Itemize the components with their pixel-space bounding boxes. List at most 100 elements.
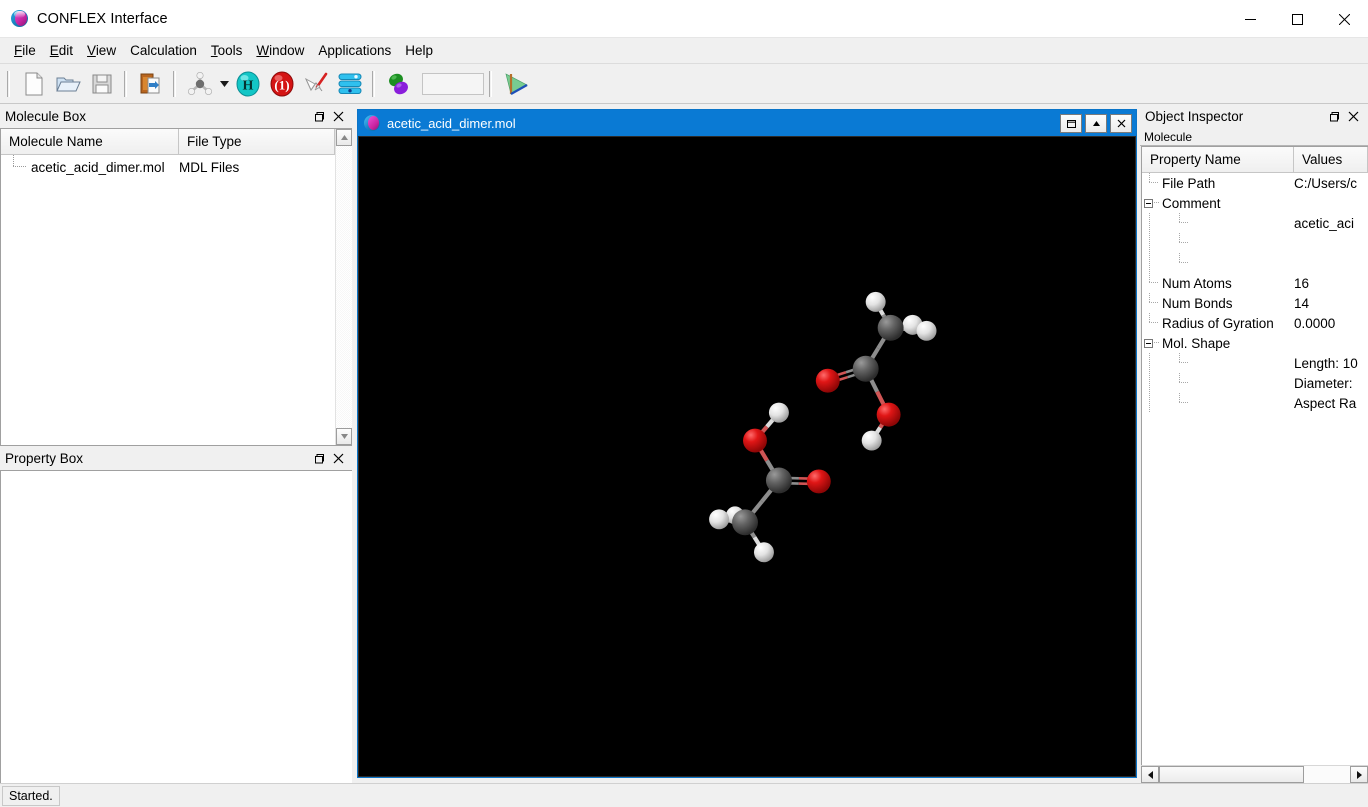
hscrollbar-thumb[interactable]	[1159, 766, 1304, 783]
property-box-content[interactable]	[0, 470, 352, 783]
atom-h[interactable]	[865, 291, 886, 312]
new-file-button[interactable]	[18, 68, 50, 100]
scroll-up-button[interactable]	[336, 129, 352, 146]
tree-guide-icon	[1142, 393, 1156, 413]
show-hydrogens-button[interactable]: H	[232, 68, 264, 100]
atom-h[interactable]	[861, 430, 882, 451]
hscrollbar-track[interactable]	[1304, 766, 1350, 783]
scrollbar-track[interactable]	[336, 146, 352, 428]
atom-o[interactable]	[743, 428, 767, 453]
object-inspector-title: Object Inspector	[1145, 108, 1244, 124]
inspector-row[interactable]: Num Bonds 14	[1142, 293, 1368, 313]
object-inspector-float-button[interactable]	[1324, 107, 1342, 125]
inspector-row[interactable]: Comment	[1142, 193, 1368, 213]
conformer-list-button[interactable]	[334, 68, 366, 100]
atom-c[interactable]	[852, 355, 879, 382]
toolbar-value-input[interactable]	[422, 72, 484, 95]
inspector-row[interactable]: Mol. Shape	[1142, 333, 1368, 353]
scroll-left-arrow-icon	[1147, 770, 1153, 779]
menu-file[interactable]: File	[7, 40, 43, 61]
scroll-down-button[interactable]	[336, 428, 352, 445]
object-inspector-close-button[interactable]	[1344, 107, 1362, 125]
atom-o[interactable]	[876, 402, 901, 427]
tree-guide-icon	[1142, 173, 1158, 193]
column-header-values[interactable]: Values	[1294, 147, 1368, 173]
atom-o[interactable]	[815, 368, 840, 393]
column-header-molecule-name[interactable]: Molecule Name	[1, 129, 179, 155]
inspector-row[interactable]: acetic_aci	[1142, 213, 1368, 233]
object-inspector-table-header: Property Name Values	[1142, 147, 1368, 173]
minimize-button[interactable]	[1227, 0, 1274, 38]
viewer-titlebar[interactable]: acetic_acid_dimer.mol	[358, 110, 1136, 136]
atom-h[interactable]	[768, 402, 789, 423]
inspector-row[interactable]	[1142, 253, 1368, 273]
orbital-button[interactable]	[383, 68, 415, 100]
inspector-property-name: Mol. Shape	[1162, 335, 1231, 351]
scroll-left-button[interactable]	[1141, 766, 1159, 783]
column-header-property-name[interactable]: Property Name	[1142, 147, 1294, 173]
atom-h[interactable]	[916, 320, 937, 341]
molecule-display-dropdown[interactable]	[217, 68, 231, 100]
clipboard-export-icon	[140, 73, 160, 93]
pen-draw-icon	[304, 72, 328, 91]
edit-structure-button[interactable]	[300, 68, 332, 100]
tree-elbow-icon	[1, 155, 31, 179]
maximize-button[interactable]	[1274, 0, 1321, 38]
viewer-window-controls	[1060, 113, 1136, 133]
open-file-button[interactable]	[52, 68, 84, 100]
property-box-float-button[interactable]	[309, 449, 327, 467]
object-inspector-header: Object Inspector	[1140, 104, 1368, 128]
expander-collapse-icon[interactable]	[1142, 333, 1160, 353]
tree-guide-icon	[1142, 293, 1158, 313]
molecule-name-cell: acetic_acid_dimer.mol	[31, 159, 165, 175]
menu-help[interactable]: Help	[398, 40, 440, 61]
atom-h[interactable]	[753, 542, 774, 563]
molecule-box-close-button[interactable]	[329, 107, 347, 125]
scroll-down-arrow-icon	[340, 434, 348, 439]
inspector-row[interactable]: Aspect Ra	[1142, 393, 1368, 413]
menu-tools[interactable]: Tools	[204, 40, 250, 61]
molecule-rendering	[709, 291, 937, 563]
viewer-restore-button[interactable]	[1060, 113, 1082, 133]
molecule-display-button[interactable]	[184, 68, 216, 100]
save-file-button[interactable]	[86, 68, 118, 100]
object-inspector-table: Property Name Values File Path C:/Users/c…	[1141, 146, 1368, 765]
atom-c[interactable]	[732, 509, 758, 536]
close-icon	[333, 111, 343, 121]
close-icon	[1348, 111, 1358, 121]
atom-number-button[interactable]: (1)	[266, 68, 298, 100]
inspector-row[interactable]: Length: 10	[1142, 353, 1368, 373]
object-inspector-hscrollbar[interactable]	[1141, 765, 1368, 783]
atom-c[interactable]	[877, 314, 904, 341]
atom-h[interactable]	[709, 509, 730, 530]
inspector-row[interactable]: Radius of Gyration 0.0000	[1142, 313, 1368, 333]
window-titlebar: CONFLEX Interface	[0, 0, 1368, 38]
menu-applications[interactable]: Applications	[311, 40, 398, 61]
column-header-file-type[interactable]: File Type	[179, 129, 335, 155]
axes-button[interactable]	[500, 68, 532, 100]
inspector-row[interactable]: File Path C:/Users/c	[1142, 173, 1368, 193]
toolbar-separator	[171, 70, 180, 97]
property-box-close-button[interactable]	[329, 449, 347, 467]
atom-o[interactable]	[806, 469, 831, 494]
viewer-minimize-button[interactable]	[1085, 113, 1107, 133]
inspector-row[interactable]	[1142, 233, 1368, 253]
menu-window[interactable]: Window	[249, 40, 311, 61]
table-row[interactable]: acetic_acid_dimer.mol MDL Files	[1, 155, 335, 179]
expander-collapse-icon[interactable]	[1142, 193, 1160, 213]
viewer-close-button[interactable]	[1110, 113, 1132, 133]
menu-edit[interactable]: Edit	[43, 40, 80, 61]
clipboard-export-button[interactable]	[135, 68, 167, 100]
menu-calculation[interactable]: Calculation	[123, 40, 204, 61]
inspector-row[interactable]: Diameter:	[1142, 373, 1368, 393]
molecule-list-scrollbar[interactable]	[335, 129, 352, 445]
molecule-box-float-button[interactable]	[309, 107, 327, 125]
close-button[interactable]	[1321, 0, 1368, 38]
molecule-3d-canvas[interactable]	[358, 136, 1136, 777]
scroll-right-button[interactable]	[1350, 766, 1368, 783]
menu-file-rest: ile	[22, 43, 36, 58]
menu-view[interactable]: View	[80, 40, 123, 61]
object-inspector-rows: File Path C:/Users/c Comment acetic_aci Num …	[1142, 173, 1368, 765]
atom-c[interactable]	[765, 467, 792, 494]
inspector-row[interactable]: Num Atoms 16	[1142, 273, 1368, 293]
